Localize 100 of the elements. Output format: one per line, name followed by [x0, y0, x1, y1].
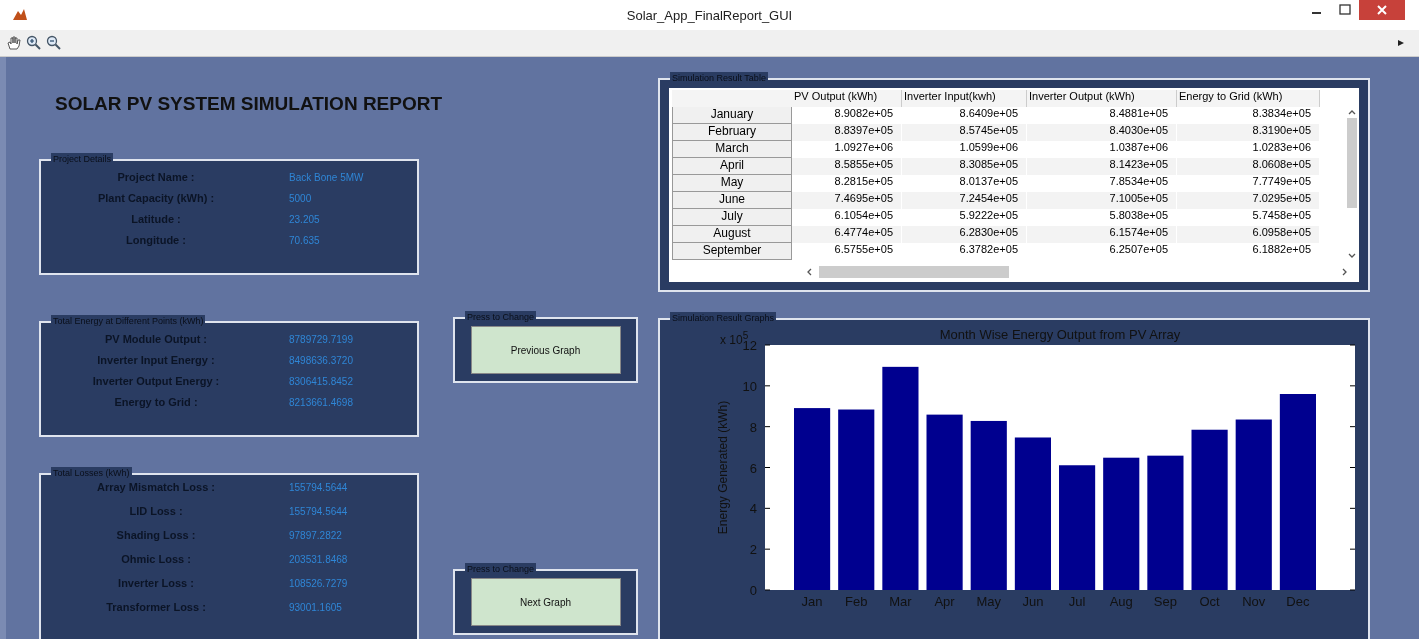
field-label: PV Module Output :: [103, 333, 208, 345]
scroll-up-icon[interactable]: [1347, 108, 1357, 116]
field-value: 93001.1605: [288, 601, 343, 613]
tick-label: May: [976, 594, 1002, 609]
tick-label: 12: [742, 338, 757, 353]
table-cell: 6.1882e+05: [1177, 243, 1320, 260]
tick-label: 0: [749, 583, 757, 598]
field-label: Energy to Grid :: [113, 396, 199, 408]
tick-label: Dec: [1286, 594, 1310, 609]
table-cell: 6.3782e+05: [902, 243, 1027, 260]
zoom-out-icon[interactable]: [46, 35, 62, 51]
table-cell: 8.4030e+05: [1027, 124, 1177, 141]
panel-title: Total Losses (kWh): [51, 467, 132, 479]
tick-label: Jan: [801, 594, 823, 609]
table-cell: 7.0295e+05: [1177, 192, 1320, 209]
field-label: Inverter Loss :: [117, 577, 195, 589]
field-label: Project Name :: [116, 171, 196, 183]
row-header: September: [672, 243, 792, 260]
table-cell: 6.2507e+05: [1027, 243, 1177, 260]
field-label: Transformer Loss :: [105, 601, 207, 613]
column-header: Inverter Output (kWh): [1027, 90, 1177, 107]
table-cell: 8.5745e+05: [902, 124, 1027, 141]
field-value: 155794.5644: [288, 505, 349, 517]
axis-title: Energy Generated (kWh): [716, 400, 730, 535]
table-cell: 8.3085e+05: [902, 158, 1027, 175]
field-value: 203531.8468: [288, 553, 349, 565]
panel-title: Press to Change: [465, 311, 537, 323]
close-icon[interactable]: [1359, 0, 1405, 20]
pan-hand-icon[interactable]: [6, 35, 22, 51]
column-header: PV Output (kWh): [792, 90, 902, 107]
table-cell: 6.4774e+05: [792, 226, 902, 243]
table-cell: 7.2454e+05: [902, 192, 1027, 209]
scroll-left-icon[interactable]: [805, 267, 813, 277]
scroll-right-icon[interactable]: [1341, 267, 1349, 277]
field-label: Array Mismatch Loss :: [96, 481, 216, 493]
table-cell: 6.1574e+05: [1027, 226, 1177, 243]
column-header: Inverter Input(kwh): [902, 90, 1027, 107]
panel-title: Simulation Result Graphs: [670, 312, 777, 324]
field-value: Back Bone 5MW: [288, 171, 365, 183]
tick-label: Jun: [1022, 594, 1044, 609]
table-cell: 7.1005e+05: [1027, 192, 1177, 209]
panel-title: Total Energy at Different Points (kWh): [51, 315, 206, 327]
window-title: Solar_App_FinalReport_GUI: [626, 7, 793, 23]
field-value: 108526.7279: [288, 577, 349, 589]
panel-title: Project Details: [51, 153, 114, 165]
zoom-in-icon[interactable]: [26, 35, 42, 51]
field-value: 8789729.7199: [288, 333, 354, 345]
table-cell: 8.3190e+05: [1177, 124, 1320, 141]
table-cell: 6.2830e+05: [902, 226, 1027, 243]
field-value: 8213661.4698: [288, 396, 354, 408]
tick-label: Sep: [1153, 594, 1177, 609]
table-cell: 8.1423e+05: [1027, 158, 1177, 175]
table-cell: 8.8397e+05: [792, 124, 902, 141]
previous-graph-button[interactable]: Previous Graph: [470, 326, 621, 374]
tick-label: 2: [749, 542, 757, 558]
tick-label: 8: [749, 419, 757, 435]
row-header: August: [672, 226, 792, 243]
row-header: February: [672, 124, 792, 141]
field-label: Shading Loss :: [115, 529, 197, 541]
table-cell: 8.0608e+05: [1177, 158, 1320, 175]
field-label: Longitude :: [125, 234, 187, 246]
field-label: Ohmic Loss :: [120, 553, 192, 565]
row-header: June: [672, 192, 792, 209]
field-value: 5000: [288, 192, 313, 204]
field-value: 23.205: [288, 213, 321, 225]
column-header: Energy to Grid (kWh): [1177, 90, 1320, 107]
next-graph-button[interactable]: Next Graph: [470, 578, 621, 626]
tick-label: 6: [749, 460, 757, 476]
app-icon: [12, 8, 28, 22]
field-label: LID Loss :: [128, 505, 184, 517]
panel-title: Simulation Result Table: [670, 72, 768, 84]
tick-label: Jul: [1068, 594, 1086, 609]
field-label: Inverter Output Energy :: [91, 375, 221, 387]
row-header: March: [672, 141, 792, 158]
report-title: SOLAR PV SYSTEM SIMULATION REPORT: [55, 93, 443, 115]
field-label: Inverter Input Energy :: [96, 354, 216, 366]
table-cell: 6.5755e+05: [792, 243, 902, 260]
field-label: Latitude :: [130, 213, 182, 225]
field-value: 70.635: [288, 234, 321, 246]
tick-label: 4: [749, 501, 757, 517]
table-cell: 6.0958e+05: [1177, 226, 1320, 243]
row-header: January: [672, 107, 792, 124]
tick-label: 10: [742, 378, 757, 394]
tick-label: Apr: [934, 594, 955, 609]
tick-label: Oct: [1199, 594, 1220, 609]
table-cell: 7.4695e+05: [792, 192, 902, 209]
row-header: May: [672, 175, 792, 192]
row-header: July: [672, 209, 792, 226]
toolbar-arrow-icon[interactable]: [1397, 39, 1405, 47]
chart-title: Month Wise Energy Output from PV Array: [939, 327, 1181, 342]
table-cell: 8.5855e+05: [792, 158, 902, 175]
field-value: 8498636.3720: [288, 354, 354, 366]
tick-label: Mar: [889, 594, 912, 609]
panel-title: Press to Change: [465, 563, 537, 575]
scroll-down-icon[interactable]: [1347, 252, 1357, 260]
tick-label: Aug: [1109, 594, 1133, 609]
field-value: 155794.5644: [288, 481, 349, 493]
field-value: 8306415.8452: [288, 375, 354, 387]
field-label: Plant Capacity (kWh) :: [96, 192, 216, 204]
row-header: April: [672, 158, 792, 175]
